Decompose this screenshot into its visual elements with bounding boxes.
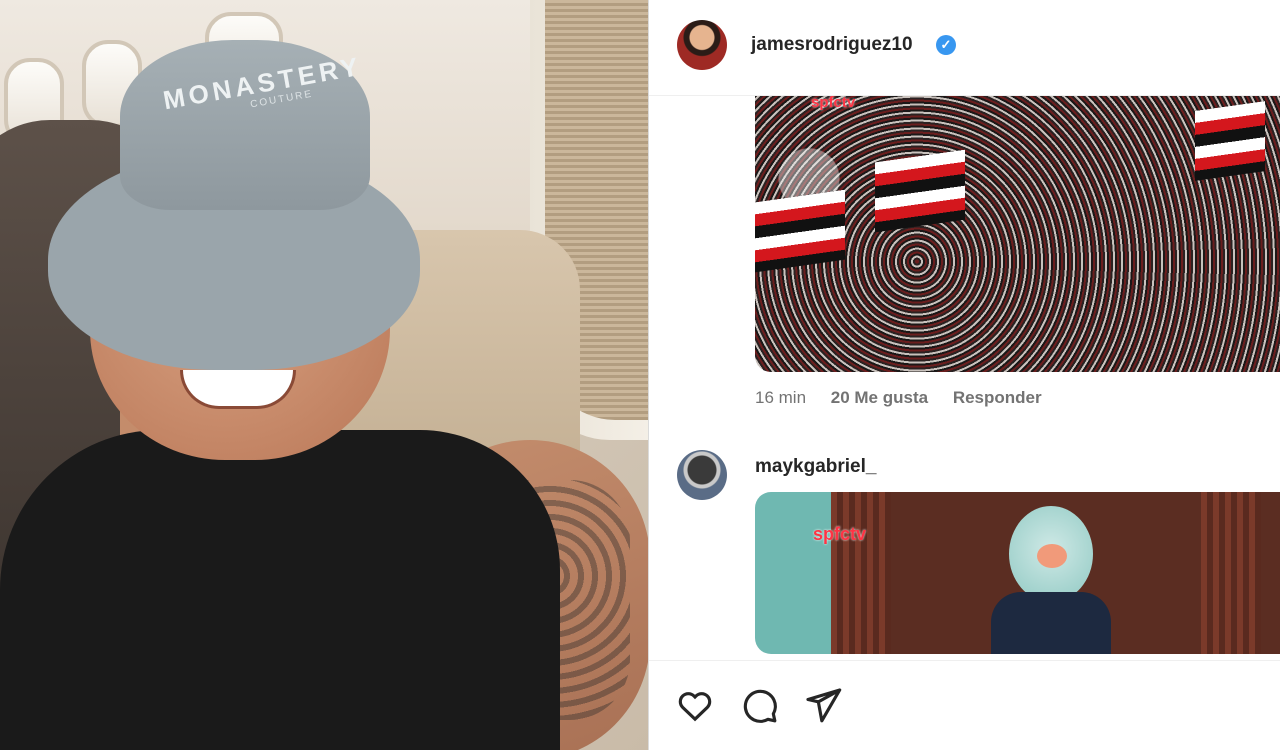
heart-icon[interactable] <box>675 685 715 725</box>
flag-graphic <box>875 149 965 233</box>
post-side-panel: jamesrodriguez10 ✓ spfctv 16 min 20 Me g… <box>648 0 1280 750</box>
flag-graphic <box>1195 101 1265 181</box>
reply-button[interactable]: Responder <box>953 388 1042 407</box>
comment-time[interactable]: 16 min <box>755 388 806 407</box>
verified-badge-icon: ✓ <box>936 35 956 55</box>
flag-graphic <box>755 189 845 273</box>
comment-meta: 16 min 20 Me gusta Responder <box>755 388 1062 408</box>
commenter-avatar[interactable] <box>677 450 727 500</box>
comment-icon[interactable] <box>739 685 779 725</box>
post-photo: MONASTERY COUTURE <box>0 0 648 750</box>
mascot-body <box>991 592 1111 654</box>
post-header: jamesrodriguez10 ✓ <box>649 0 1280 96</box>
comment-gif-crowd[interactable]: spfctv <box>755 96 1280 372</box>
comment-gif-mascot[interactable]: spfctv <box>755 492 1280 654</box>
stage-curtain <box>831 492 891 654</box>
comment-likes[interactable]: 20 Me gusta <box>831 388 928 407</box>
author-username[interactable]: jamesrodriguez10 <box>751 34 913 56</box>
author-avatar[interactable] <box>677 20 727 70</box>
media-watermark: spfctv <box>813 524 867 544</box>
stage-curtain <box>1201 492 1261 654</box>
commenter-username[interactable]: maykgabriel_ <box>755 456 876 478</box>
send-icon[interactable] <box>803 685 843 725</box>
mascot-nose <box>1037 544 1067 568</box>
post-actions-bar <box>649 660 1280 751</box>
black-tank-top <box>0 430 560 750</box>
media-watermark: spfctv <box>811 96 856 111</box>
